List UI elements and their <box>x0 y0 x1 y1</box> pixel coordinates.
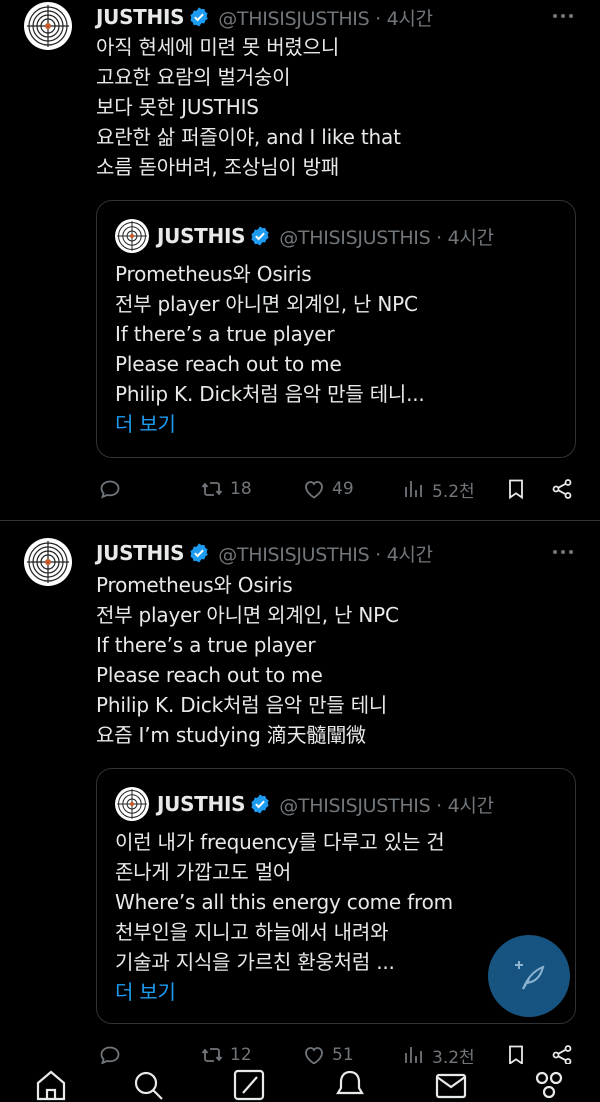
avatar[interactable] <box>24 538 72 586</box>
quoted-line: Please reach out to me <box>115 352 342 376</box>
home-icon[interactable] <box>34 1068 68 1102</box>
search-icon[interactable] <box>131 1068 165 1102</box>
heart-icon <box>305 481 323 499</box>
notifications-icon[interactable] <box>333 1068 367 1102</box>
verified-badge-icon <box>251 226 269 246</box>
quoted-line: 기술과 지식을 가르친 환웅처럼 ... <box>115 950 395 974</box>
communities-icon[interactable] <box>532 1068 566 1102</box>
more-options-icon[interactable] <box>550 542 576 562</box>
verified-badge-icon <box>190 543 208 563</box>
reply-button[interactable] <box>98 474 122 504</box>
quoted-line: 천부인을 지니고 하늘에서 내려와 <box>115 920 389 944</box>
quoted-display-name: JUSTHIS <box>157 224 246 248</box>
display-name[interactable]: JUSTHIS <box>96 541 185 565</box>
compose-button[interactable] <box>488 935 570 1017</box>
tweet-line: Philip K. Dick처럼 음악 만들 테니 <box>96 693 388 717</box>
tweet-line: 고요한 요람의 벌거숭이 <box>96 65 291 89</box>
avatar[interactable] <box>24 2 72 50</box>
share-button[interactable] <box>550 474 574 504</box>
tweet-line: If there’s a true player <box>96 633 316 657</box>
handle-and-time[interactable]: @THISISJUSTHIS · 4시간 <box>218 540 433 567</box>
messages-icon[interactable] <box>434 1068 468 1102</box>
show-more-link[interactable]: 더 보기 <box>115 977 453 1007</box>
quoted-line: 존나게 가깝고도 멀어 <box>115 860 292 884</box>
verified-badge-icon <box>251 794 269 814</box>
tweet-line: 보다 못한 JUSTHIS <box>96 95 259 119</box>
grok-icon[interactable] <box>232 1068 266 1102</box>
retweet-icon <box>201 482 223 496</box>
display-name[interactable]: JUSTHIS <box>96 5 185 29</box>
quoted-text: 이런 내가 frequency를 다루고 있는 건 존나게 가깝고도 멀어 Wh… <box>115 827 453 1007</box>
quoted-handle-and-time: @THISISJUSTHIS · 4시간 <box>279 226 494 249</box>
retweet-button[interactable]: 18 <box>200 474 252 504</box>
views-icon <box>405 481 422 497</box>
view-count: 5.2천 <box>432 481 475 502</box>
views-button[interactable]: 5.2천 <box>402 474 475 504</box>
reply-icon <box>100 480 120 499</box>
labyrinth-logo-icon <box>26 540 70 584</box>
tweet-text: Prometheus와 Osiris 전부 player 아니면 외계인, 난 … <box>96 570 399 750</box>
share-icon <box>552 479 572 499</box>
show-more-link[interactable]: 더 보기 <box>115 409 425 439</box>
bookmark-button[interactable] <box>504 474 528 504</box>
quoted-avatar <box>115 219 149 253</box>
quoted-line: Prometheus와 Osiris <box>115 262 312 286</box>
bookmark-icon <box>509 479 523 500</box>
quoted-tweet[interactable]: JUSTHIS @THISISJUSTHIS · 4시간 Prometheus와… <box>96 200 576 458</box>
retweet-count: 12 <box>230 1045 252 1065</box>
labyrinth-logo-icon <box>26 4 70 48</box>
quoted-line: 전부 player 아니면 외계인, 난 NPC <box>115 292 418 316</box>
compose-icon <box>515 961 545 990</box>
like-count: 49 <box>332 479 354 499</box>
tweet-line: 소름 돋아버려, 조상님이 방패 <box>96 155 340 179</box>
labyrinth-logo-icon <box>116 788 148 820</box>
tweet-divider <box>0 520 600 521</box>
tweet-line: 요란한 삶 퍼즐이야, and I like that <box>96 125 401 149</box>
tweet-line: 전부 player 아니면 외계인, 난 NPC <box>96 603 399 627</box>
quoted-line: Where’s all this energy come from <box>115 890 453 914</box>
tweet-line: Prometheus와 Osiris <box>96 573 293 597</box>
verified-badge-icon <box>190 7 208 27</box>
like-button[interactable]: 49 <box>302 474 354 504</box>
quoted-avatar <box>115 787 149 821</box>
quoted-text: Prometheus와 Osiris 전부 player 아니면 외계인, 난 … <box>115 259 425 439</box>
tweet-actions: 18 49 5.2천 <box>96 474 576 504</box>
quoted-line: If there’s a true player <box>115 322 335 346</box>
tweet-line: 아직 현세에 미련 못 버렸으니 <box>96 35 340 59</box>
quoted-handle-and-time: @THISISJUSTHIS · 4시간 <box>279 794 494 817</box>
retweet-count: 18 <box>230 479 252 499</box>
labyrinth-logo-icon <box>116 220 148 252</box>
tweet-text: 아직 현세에 미련 못 버렸으니 고요한 요람의 벌거숭이 보다 못한 JUST… <box>96 32 401 182</box>
tweet-line: Please reach out to me <box>96 663 323 687</box>
quoted-display-name: JUSTHIS <box>157 792 246 816</box>
quoted-line: 이런 내가 frequency를 다루고 있는 건 <box>115 830 445 854</box>
quoted-line: Philip K. Dick처럼 음악 만들 테니... <box>115 382 425 406</box>
more-options-icon[interactable] <box>550 6 576 26</box>
tweet-line: 요즘 I’m studying 滴天髓闡微 <box>96 723 366 747</box>
handle-and-time[interactable]: @THISISJUSTHIS · 4시간 <box>218 4 433 31</box>
like-count: 51 <box>332 1045 354 1065</box>
bottom-navigation <box>0 1064 600 1101</box>
